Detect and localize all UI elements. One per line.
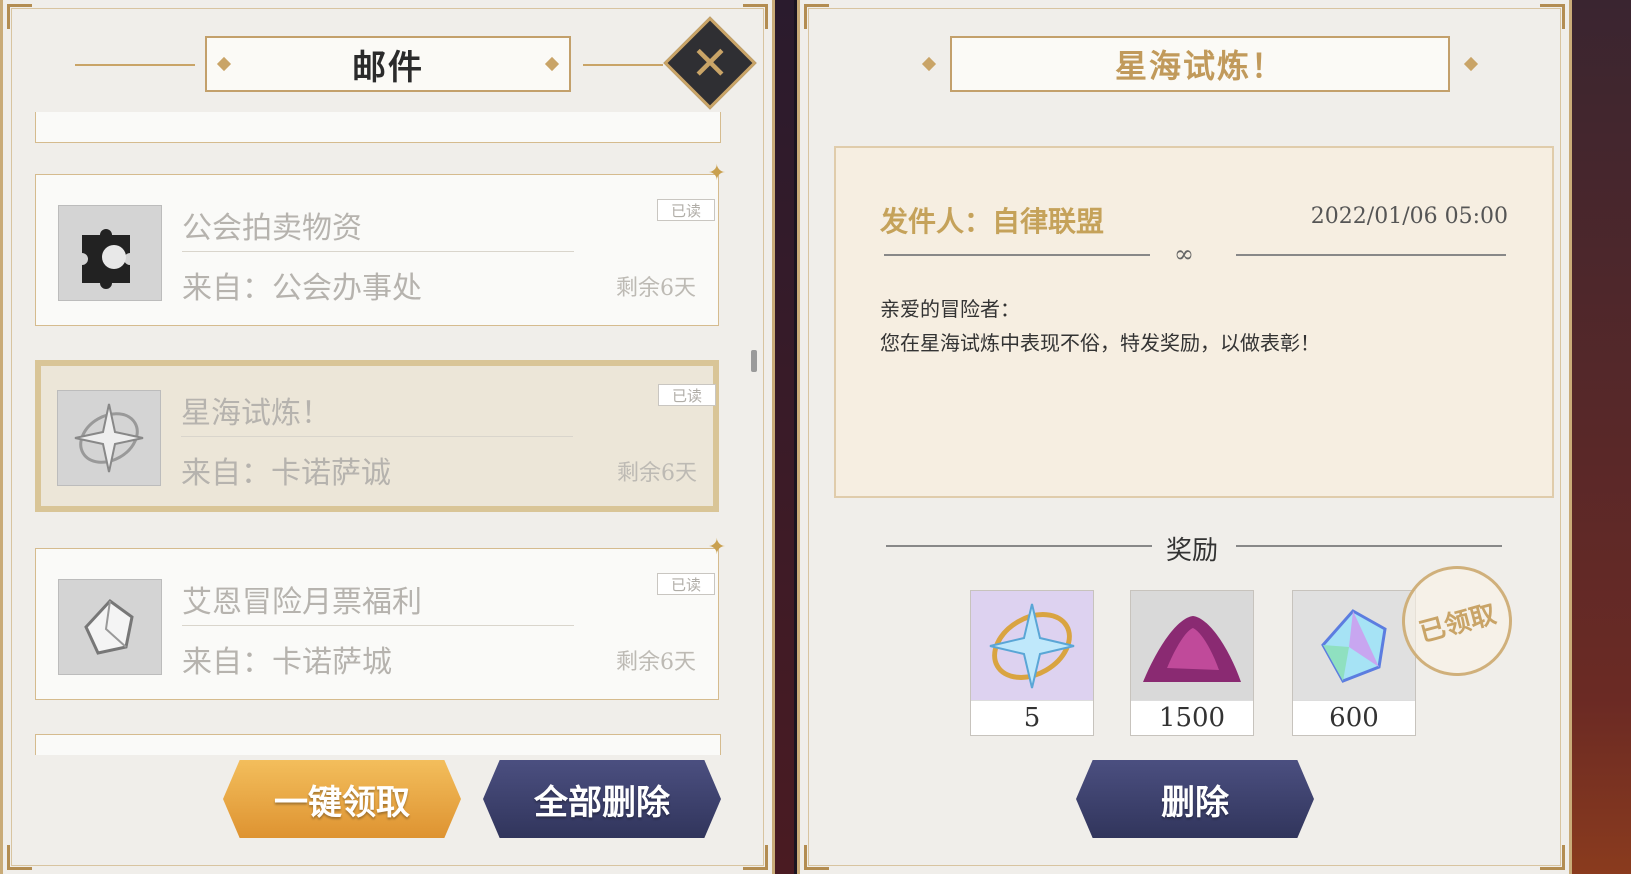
letter-flourish: ∞ <box>1174 240 1194 268</box>
guild-puzzle-icon <box>58 205 162 301</box>
compass-star-icon <box>57 390 161 486</box>
mail-item-selected[interactable]: 星海试炼！ 来自：卡诺萨诚 剩余6天 已读 <box>35 360 719 512</box>
mail-remaining: 剩余6天 <box>616 276 696 301</box>
detail-title: 星海试炼！ <box>1114 47 1285 85</box>
scrollbar-thumb[interactable] <box>751 350 757 372</box>
mail-divider <box>182 625 574 626</box>
sparkle-icon: ✦ <box>707 161 726 186</box>
letter-sender: 发件人：自律联盟 <box>880 205 1105 238</box>
banner-diamond <box>216 56 232 72</box>
reward-item[interactable]: 5 <box>970 590 1094 736</box>
mail-title-banner: 邮件 <box>205 36 571 92</box>
banner-diamond <box>544 56 560 72</box>
mail-title-text: 星海试炼！ <box>181 396 331 431</box>
corner-ornament <box>7 845 32 870</box>
header-rule-right <box>583 64 663 66</box>
rainbow-crystal-icon <box>1293 591 1415 701</box>
delete-button[interactable]: 删除 <box>1076 760 1314 838</box>
reward-count: 1500 <box>1131 700 1253 735</box>
letter-rule-left <box>884 254 1150 256</box>
corner-ornament <box>804 845 829 870</box>
rewards-rule-right <box>1236 545 1502 547</box>
read-badge: 已读 <box>657 199 715 221</box>
background-middle <box>772 0 794 874</box>
reward-count: 600 <box>1293 700 1415 735</box>
header-rule-left <box>75 64 195 66</box>
letter-card: 发件人：自律联盟 2022/01/06 05:00 ∞ 亲爱的冒险者： 您在星海… <box>834 146 1554 498</box>
read-badge: 已读 <box>657 573 715 595</box>
mail-divider <box>181 436 573 437</box>
mail-title: 邮件 <box>352 47 424 88</box>
delete-all-label: 全部删除 <box>534 782 670 823</box>
claim-all-label: 一键领取 <box>274 782 410 823</box>
mail-sender: 来自：公会办事处 <box>182 271 422 306</box>
list-bottom-edge <box>35 734 721 755</box>
list-top-edge <box>35 112 721 143</box>
reward-item[interactable]: 600 <box>1292 590 1416 736</box>
corner-ornament <box>743 845 768 870</box>
corner-ornament <box>804 4 829 29</box>
reward-count: 5 <box>971 700 1093 735</box>
mail-remaining: 剩余6天 <box>617 461 697 486</box>
reward-item[interactable]: 1500 <box>1130 590 1254 736</box>
purple-sand-icon <box>1131 591 1253 701</box>
mail-title-text: 公会拍卖物资 <box>182 211 362 246</box>
rewards-rule-left <box>886 545 1152 547</box>
mail-item[interactable]: 公会拍卖物资 来自：公会办事处 剩余6天 已读 ✦ <box>35 161 726 326</box>
letter-body-line: 亲爱的冒险者： <box>880 297 1020 321</box>
delete-all-button[interactable]: 全部删除 <box>483 760 721 838</box>
rewards-label: 奖励 <box>1166 536 1219 566</box>
corner-ornament <box>1540 845 1565 870</box>
star-compass-icon <box>971 591 1093 701</box>
mail-item[interactable]: 艾恩冒险月票福利 来自：卡诺萨城 剩余6天 已读 ✦ <box>35 535 726 700</box>
corner-ornament <box>1540 4 1565 29</box>
mail-divider <box>182 251 574 252</box>
mail-list-panel: 邮件 ✕ 公会拍卖物资 来自：公会办事处 剩余6天 已读 ✦ 星海试炼！ 来自：… <box>0 0 775 874</box>
delete-label: 删除 <box>1161 782 1229 823</box>
mail-sender: 来自：卡诺萨城 <box>182 645 392 680</box>
letter-date: 2022/01/06 05:00 <box>1310 204 1508 229</box>
corner-ornament <box>7 4 32 29</box>
letter-rule-right <box>1236 254 1506 256</box>
mail-remaining: 剩余6天 <box>616 650 696 675</box>
read-badge: 已读 <box>658 384 716 406</box>
claim-all-button[interactable]: 一键领取 <box>223 760 461 838</box>
letter-body-line: 您在星海试炼中表现不俗，特发奖励，以做表彰！ <box>880 331 1320 355</box>
mail-sender: 来自：卡诺萨诚 <box>181 456 391 491</box>
sparkle-icon: ✦ <box>707 535 726 560</box>
corner-ornament <box>743 4 768 29</box>
claimed-stamp-text: 已领取 <box>1416 598 1500 649</box>
letter-body: 亲爱的冒险者： 您在星海试炼中表现不俗，特发奖励，以做表彰！ <box>880 292 1320 360</box>
detail-title-banner: 星海试炼！ <box>921 36 1479 92</box>
mail-title-text: 艾恩冒险月票福利 <box>182 585 422 620</box>
crystal-icon <box>58 579 162 675</box>
background-right <box>1572 0 1631 874</box>
